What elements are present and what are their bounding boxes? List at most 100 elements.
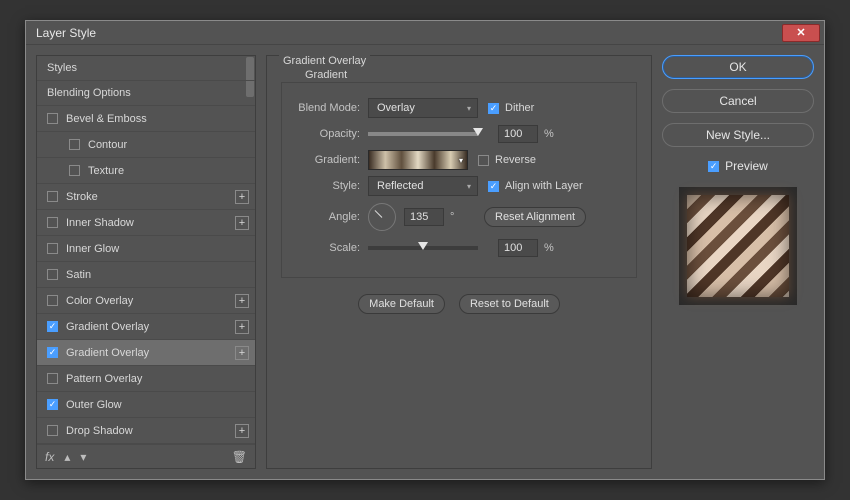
reverse-checkbox[interactable]: Reverse [478,154,536,166]
close-button[interactable]: ✕ [782,24,820,42]
style-item-label: Contour [88,139,127,151]
align-checkbox[interactable]: ✓ Align with Layer [488,180,583,192]
styles-sidebar: Styles Blending Options Bevel & Emboss Co… [36,55,256,469]
add-effect-icon[interactable]: + [235,320,249,334]
style-item-label: Texture [88,165,124,177]
style-item-gradient-overlay[interactable]: ✓Gradient Overlay+ [37,314,255,340]
style-item-stroke[interactable]: Stroke + [37,184,255,210]
titlebar: Layer Style ✕ [26,21,824,45]
reset-default-button[interactable]: Reset to Default [459,294,560,314]
style-checkbox[interactable]: ✓ [47,321,58,332]
options-panel: Gradient Overlay Gradient Blend Mode: Ov… [266,55,652,469]
style-item-label: Color Overlay [66,295,133,307]
style-value: Reflected [377,180,423,192]
move-down-icon[interactable]: ▾ [80,450,86,464]
add-effect-icon[interactable]: + [235,294,249,308]
style-item-drop-shadow[interactable]: Drop Shadow + [37,418,255,444]
preview-check-icon: ✓ [708,161,719,172]
scale-label: Scale: [282,242,368,254]
preview-image [687,195,789,297]
opacity-slider[interactable] [368,132,478,136]
style-checkbox[interactable] [47,269,58,280]
blending-options-header[interactable]: Blending Options [37,81,255,106]
window-title: Layer Style [36,26,96,40]
opacity-label: Opacity: [282,128,368,140]
angle-dial[interactable] [368,203,396,231]
ok-button[interactable]: OK [662,55,814,79]
opacity-value[interactable]: 100 [498,125,538,143]
style-checkbox[interactable] [47,243,58,254]
gradient-label: Gradient: [282,154,368,166]
panel-title: Gradient Overlay [279,55,370,67]
chevron-down-icon: ▾ [467,182,471,191]
style-item-label: Gradient Overlay [66,347,149,359]
styles-list: Styles Blending Options Bevel & Emboss Co… [37,56,255,444]
reset-alignment-button[interactable]: Reset Alignment [484,207,586,227]
style-item-texture[interactable]: Texture [37,158,255,184]
style-checkbox[interactable] [47,373,58,384]
style-item-color-overlay[interactable]: Color Overlay + [37,288,255,314]
dither-checkbox[interactable]: ✓ Dither [488,102,534,114]
style-checkbox[interactable] [47,295,58,306]
blend-mode-value: Overlay [377,102,415,114]
blend-mode-select[interactable]: Overlay ▾ [368,98,478,118]
style-item-inner-glow[interactable]: Inner Glow [37,236,255,262]
preview-thumbnail [679,187,797,305]
style-select[interactable]: Reflected ▾ [368,176,478,196]
style-item-label: Drop Shadow [66,425,133,437]
style-checkbox[interactable]: ✓ [47,399,58,410]
angle-unit: ° [450,211,474,223]
opacity-unit: % [544,128,568,140]
reverse-check-icon [478,155,489,166]
move-up-icon[interactable]: ▴ [64,450,70,464]
gradient-legend: Gradient [301,69,351,81]
style-item-gradient-overlay[interactable]: ✓ Gradient Overlay + [37,340,255,366]
style-item-satin[interactable]: Satin [37,262,255,288]
style-checkbox[interactable] [47,113,58,124]
make-default-button[interactable]: Make Default [358,294,445,314]
reverse-label: Reverse [495,154,536,166]
add-effect-icon[interactable]: + [235,346,249,360]
styles-label: Styles [47,62,77,74]
style-checkbox[interactable] [47,425,58,436]
styles-header[interactable]: Styles [37,56,255,81]
chevron-down-icon: ▾ [459,156,463,165]
scale-slider[interactable] [368,246,478,250]
dither-check-icon: ✓ [488,103,499,114]
gradient-swatch[interactable]: ▾ [368,150,468,170]
style-checkbox[interactable]: ✓ [47,347,58,358]
cancel-button[interactable]: Cancel [662,89,814,113]
dialog-buttons: OK Cancel New Style... ✓ Preview [662,55,814,469]
scale-value[interactable]: 100 [498,239,538,257]
new-style-button[interactable]: New Style... [662,123,814,147]
align-label: Align with Layer [505,180,583,192]
style-item-label: Satin [66,269,91,281]
preview-label: Preview [725,159,768,173]
scale-unit: % [544,242,568,254]
style-checkbox[interactable] [69,139,80,150]
preview-checkbox[interactable]: ✓ Preview [662,159,814,173]
style-item-label: Outer Glow [66,399,122,411]
style-checkbox[interactable] [47,191,58,202]
style-checkbox[interactable] [47,217,58,228]
close-icon: ✕ [796,26,805,39]
style-item-label: Inner Glow [66,243,119,255]
style-item-pattern-overlay[interactable]: Pattern Overlay [37,366,255,392]
style-item-label: Stroke [66,191,98,203]
add-effect-icon[interactable]: + [235,190,249,204]
style-item-contour[interactable]: Contour [37,132,255,158]
style-item-bevel-emboss[interactable]: Bevel & Emboss [37,106,255,132]
style-label: Style: [282,180,368,192]
trash-icon[interactable]: 🗑 [232,450,247,464]
blending-options-label: Blending Options [47,87,131,99]
style-item-inner-shadow[interactable]: Inner Shadow+ [37,210,255,236]
style-checkbox[interactable] [69,165,80,176]
style-item-label: Bevel & Emboss [66,113,147,125]
dither-label: Dither [505,102,534,114]
angle-value[interactable]: 135 [404,208,444,226]
add-effect-icon[interactable]: + [235,216,249,230]
fx-icon[interactable]: fx [45,450,54,464]
style-item-outer-glow[interactable]: ✓ Outer Glow [37,392,255,418]
add-effect-icon[interactable]: + [235,424,249,438]
sidebar-footer: fx ▴ ▾ 🗑 [37,444,255,468]
